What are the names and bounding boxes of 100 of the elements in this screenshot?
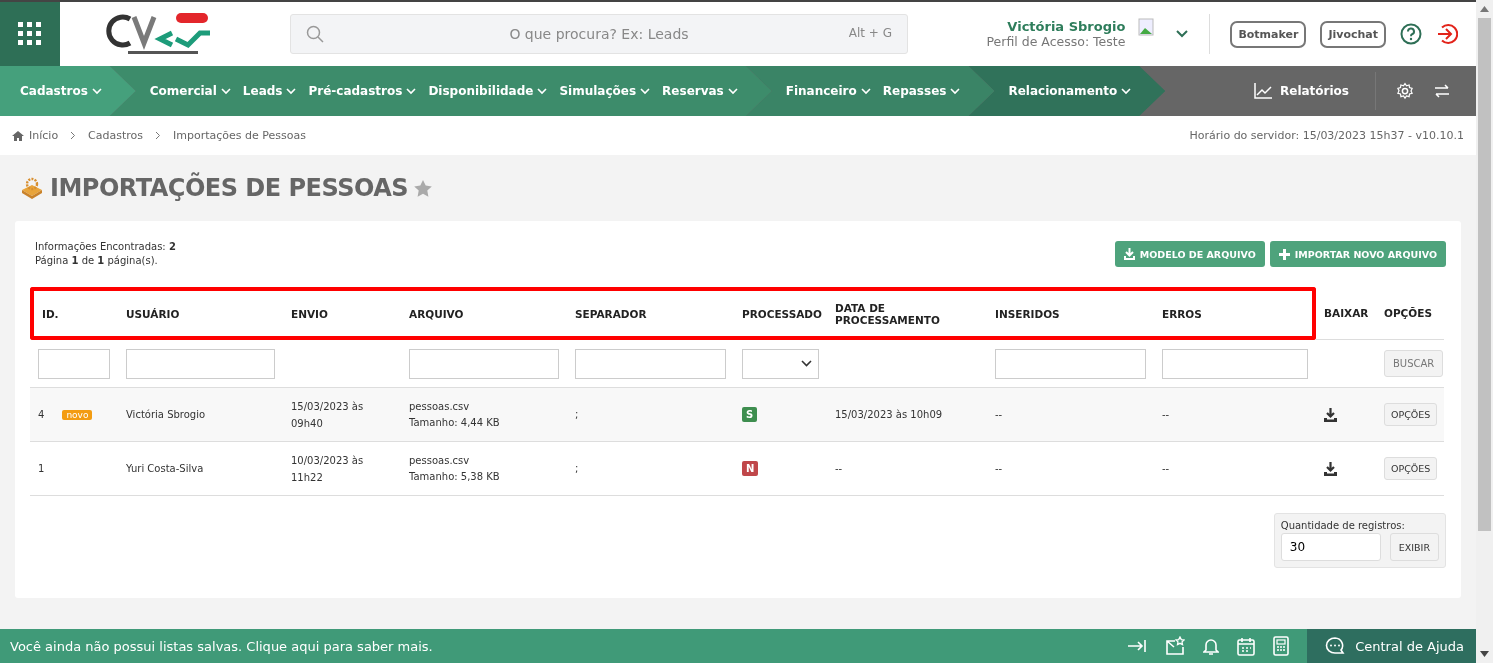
search-icon [306, 25, 324, 43]
filter-input[interactable] [409, 348, 559, 379]
action-button[interactable]: IMPORTAR NOVO ARQUIVO [1269, 241, 1446, 267]
table-cell-text: Victória Sbrogio [126, 408, 206, 422]
chevron-down-icon [91, 87, 102, 95]
breadcrumb-link[interactable]: Cadastros [88, 129, 144, 142]
table-cell-text: 15/03/2023 às 10h09 [835, 408, 943, 422]
bell-icon[interactable] [1203, 637, 1220, 655]
help-center-button[interactable]: Central de Ajuda [1307, 629, 1476, 663]
line-chart-icon [1254, 83, 1272, 99]
table-cell-text: -- [835, 462, 843, 476]
download-icon [1123, 248, 1135, 260]
id-cell: 1 [38, 463, 45, 474]
options-button[interactable]: OPÇÕES [1384, 457, 1438, 480]
star-icon[interactable] [414, 179, 433, 197]
file-size: Tamanho: 5,38 KB [409, 471, 500, 482]
calculator-icon[interactable] [1273, 636, 1290, 656]
page-title: IMPORTAÇÕES DE PESSOAS [50, 174, 409, 202]
chat-bubble-icon [1325, 637, 1346, 655]
menu-item[interactable]: Relacionamento [1002, 78, 1138, 104]
shortcut-hint: Alt + G [848, 26, 892, 40]
chevron-down-icon [860, 87, 871, 95]
show-button[interactable]: EXIBIR [1389, 533, 1439, 561]
apps-menu-button[interactable] [0, 2, 60, 66]
menu-item[interactable]: Cadastros [20, 78, 108, 104]
processed-badge: S [742, 407, 758, 422]
id-cell: 4 [38, 409, 45, 420]
arrow-to-bar-icon[interactable] [1127, 638, 1148, 654]
grid-icon [18, 22, 42, 46]
column-header: PROCESSADO [734, 287, 827, 340]
chat-button[interactable]: Botmaker [1230, 20, 1307, 48]
server-time: Horário do servidor: 15/03/2023 15h37 - v10.10.1 [1189, 129, 1464, 142]
file-size: Tamanho: 4,44 KB [409, 417, 500, 428]
menu-item[interactable]: Comercial [143, 78, 237, 104]
results-summary: Informações Encontradas: 2 [35, 241, 176, 252]
settings-icon[interactable] [1396, 82, 1414, 100]
filter-input[interactable] [126, 348, 275, 379]
chevron-down-icon [640, 87, 651, 95]
column-header: ENVIO [283, 287, 401, 340]
processed-badge: N [742, 461, 759, 476]
chevron-down-icon [950, 87, 961, 95]
breadcrumb-link[interactable]: Início [29, 129, 59, 142]
file-name: pessoas.csv [409, 401, 471, 412]
filter-input[interactable] [1162, 348, 1308, 379]
column-header: ID. [30, 287, 118, 340]
table-cell-text: Yuri Costa-Silva [126, 462, 204, 476]
menu-item[interactable]: Simulações [553, 78, 657, 104]
column-header: OPÇÕES [1376, 287, 1444, 340]
menu-item[interactable]: Repasses [876, 78, 967, 104]
table-cell-text: -- [1162, 408, 1170, 422]
action-button[interactable]: MODELO DE ARQUIVO [1114, 241, 1265, 267]
chat-button[interactable]: Jivochat [1320, 20, 1386, 48]
chevron-down-icon [537, 87, 548, 95]
column-header: DATA DE PROCESSAMENTO [827, 287, 987, 340]
box-gear-icon [20, 177, 44, 199]
column-header: BAIXAR [1316, 287, 1376, 340]
search-button[interactable]: BUSCAR [1384, 350, 1444, 377]
help-icon[interactable] [1400, 23, 1422, 45]
menu-item[interactable]: Leads [236, 78, 303, 104]
user-name: Victória Sbrogio [1007, 19, 1126, 34]
breadcrumb-separator-icon [70, 131, 77, 140]
filter-input[interactable] [38, 348, 110, 379]
results-summary: Página 1 de 1 página(s). [35, 255, 159, 266]
options-button[interactable]: OPÇÕES [1384, 403, 1438, 426]
logout-icon[interactable] [1436, 23, 1458, 45]
menu-item[interactable]: Disponibilidade [422, 78, 554, 104]
table-cell-text: ; [575, 408, 579, 422]
reports-menu-item[interactable]: Relatórios [1248, 77, 1355, 105]
chevron-down-icon[interactable] [1175, 29, 1190, 39]
access-profile: Perfil de Acesso: Teste [986, 34, 1126, 49]
table-cell-text: -- [995, 408, 1003, 422]
filter-input[interactable] [995, 348, 1146, 379]
column-header: ERROS [1154, 287, 1316, 340]
table-cell-text: 15/03/2023 às 09h40 [291, 399, 365, 431]
mail-star-icon[interactable] [1165, 636, 1186, 656]
plus-icon [1278, 248, 1290, 260]
column-header: ARQUIVO [401, 287, 567, 340]
breadcrumb-separator-icon [155, 131, 162, 140]
download-icon[interactable] [1324, 461, 1337, 476]
table-cell-text: 10/03/2023 às 11h22 [291, 453, 365, 485]
swap-arrows-icon[interactable] [1434, 84, 1450, 98]
menu-item[interactable]: Reservas [656, 78, 744, 104]
chevron-down-icon [286, 87, 297, 95]
saved-lists-link[interactable]: Você ainda não possui listas salvas. Clique aqui para saber mais. [0, 638, 433, 654]
filter-input[interactable] [575, 348, 726, 379]
column-header: USUÁRIO [118, 287, 283, 340]
menu-item[interactable]: Financeiro [779, 78, 877, 104]
download-icon[interactable] [1324, 407, 1337, 422]
menu-item[interactable]: Pré-cadastros [302, 78, 423, 104]
breadcrumb-link[interactable]: Importações de Pessoas [173, 129, 306, 142]
file-name: pessoas.csv [409, 455, 471, 466]
table-cell-text: ; [575, 462, 579, 476]
chevron-down-icon [406, 87, 417, 95]
table-cell-text: -- [1162, 462, 1170, 476]
chevron-down-icon [727, 87, 738, 95]
records-input[interactable]: 30 [1280, 533, 1381, 561]
calendar-icon[interactable] [1237, 636, 1256, 656]
chevron-down-icon [1121, 87, 1132, 95]
scrollbar-drawing[interactable] [1476, 0, 1493, 663]
new-badge: novo [62, 409, 93, 420]
